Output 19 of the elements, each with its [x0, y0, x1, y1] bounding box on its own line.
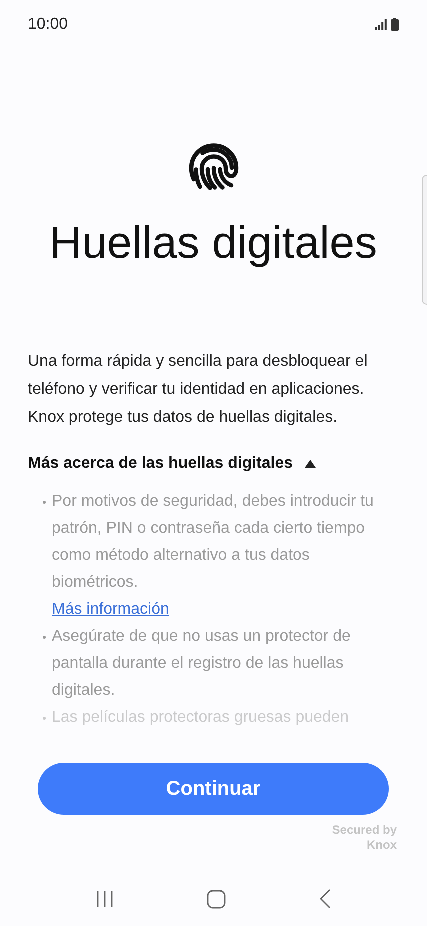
- recent-apps-icon[interactable]: [96, 890, 114, 908]
- description-text: Una forma rápida y sencilla para desbloquear el teléfono y verificar tu identidad en aplicaciones. Knox protege tus datos de huellas digitales.: [28, 352, 369, 428]
- bullet-icon: [43, 501, 46, 504]
- bullet-text: Asegúrate de que no usas un protector de pantalla durante el registro de las huellas digitales.: [52, 627, 352, 701]
- back-icon[interactable]: [318, 889, 331, 909]
- home-icon[interactable]: [206, 890, 226, 908]
- more-info-toggle[interactable]: Más acerca de las huellas digitales: [28, 452, 316, 476]
- page-title: Huellas digitales: [50, 220, 378, 265]
- battery-icon: [391, 18, 399, 31]
- knox-label: Knox: [367, 838, 397, 853]
- collapse-icon: [305, 460, 316, 468]
- bullet-text: Por motivos de seguridad, debes introducir tu patrón, PIN o contraseña cada cierto tiempo como método alternativo a tus datos biométricos.: [52, 492, 375, 593]
- continue-button[interactable]: Continuar: [38, 763, 389, 815]
- status-time: 10:00: [28, 14, 68, 34]
- more-info-link[interactable]: Más información: [52, 596, 170, 623]
- knox-label: Secured by: [332, 823, 397, 838]
- bullet-icon: [43, 717, 46, 720]
- signal-icon: [375, 19, 387, 30]
- bullet-icon: [43, 636, 46, 639]
